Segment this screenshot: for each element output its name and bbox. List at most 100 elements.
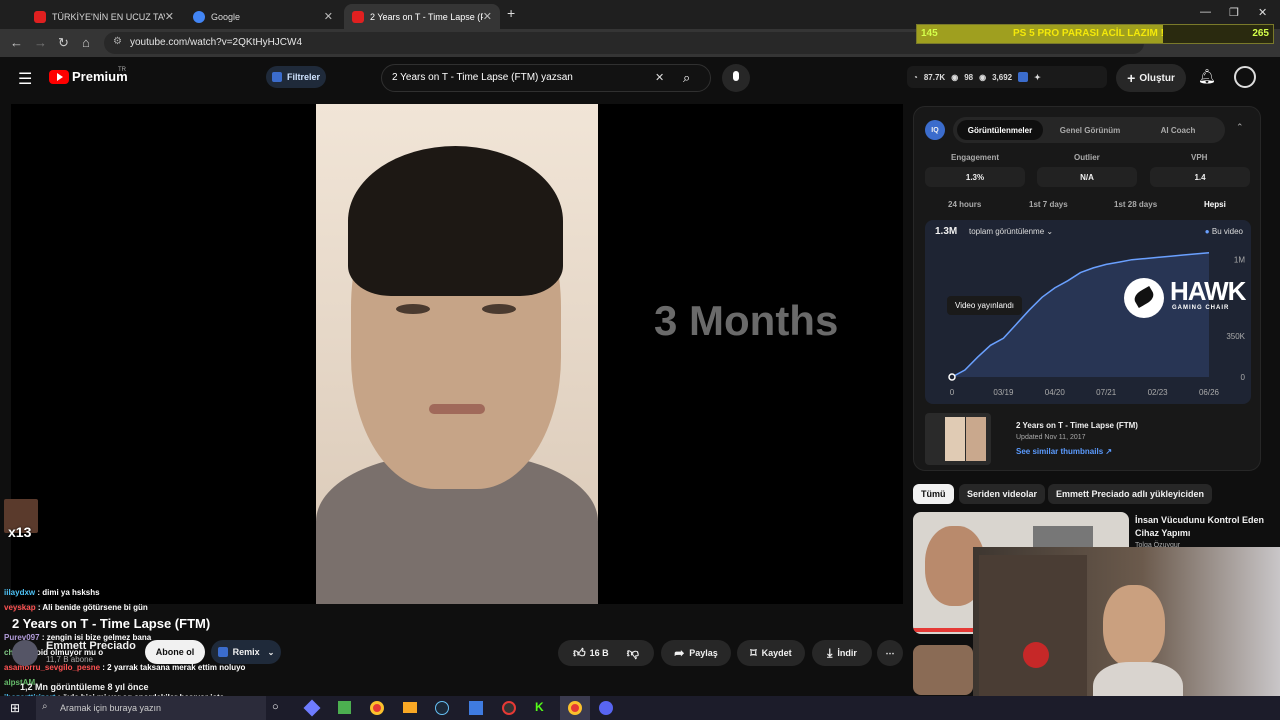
range-24h[interactable]: 24 hours [948,200,981,209]
search-icon[interactable]: ⌕ [683,70,690,86]
subscriber-count: 11,7 B abone [46,655,94,664]
x-tick-label: 06/26 [1199,388,1220,397]
menu-icon[interactable]: ☰ [18,69,32,89]
share-icon: ➦ [674,646,685,660]
close-tab-icon[interactable]: ✕ [165,10,174,23]
close-window-icon[interactable]: ✕ [1258,6,1267,19]
remix-button[interactable]: Remix ⌄ [211,640,281,664]
share-button[interactable]: ➦ Paylaş [661,640,731,666]
x-tick-label: 03/19 [993,388,1014,397]
discord-icon[interactable] [599,701,613,715]
chip-all[interactable]: Tümü [913,484,954,504]
donation-goal-bar: 145 PS 5 PRO PARASI ACİL LAZIM ! 265 [916,24,1274,44]
browser-tab-2[interactable]: Google ✕ [185,4,341,29]
thumbnail-date: Updated Nov 11, 2017 [1016,434,1086,441]
steam-icon[interactable] [435,701,449,715]
range-28d[interactable]: 1st 28 days [1114,200,1157,209]
sparkle-icon[interactable]: ✦ [1034,73,1041,82]
chrome-icon[interactable] [370,701,384,715]
site-info-icon[interactable]: ⚙ [113,36,122,47]
folder-icon[interactable] [403,702,417,713]
goal-left-count: 145 [921,28,938,39]
forward-icon[interactable]: → [34,35,47,50]
task-view-icon[interactable]: ○ [272,701,279,713]
video-title: 2 Years on T - Time Lapse (FTM) [12,616,211,631]
search-input[interactable]: 2 Years on T - Time Lapse (FTM) yazsan ✕ [381,64,711,92]
stat-views-icon: ◔ [913,72,918,82]
dislike-icon[interactable]: 👎︎ [627,646,639,661]
notifications-icon[interactable]: 🔔︎ [1198,68,1216,85]
youtube-logo-icon[interactable] [49,70,69,84]
chat-text: : 2 yarrak taksana merak ettim noluyo [100,663,246,672]
save-button[interactable]: ⌑ Kaydet [737,640,805,666]
browser-tab-3[interactable]: 2 Years on T - Time Lapse (FTM ✕ [344,4,500,29]
google-icon [193,10,205,23]
similar-thumbnails-link[interactable]: See similar thumbnails ↗ [1016,447,1112,456]
channel-avatar[interactable] [12,640,38,666]
download-button[interactable]: ⤓ İndir [812,640,872,666]
search-icon: ⌕ [42,701,48,712]
vidiq-icon[interactable] [1018,72,1029,82]
red-figure-image [1023,642,1049,668]
app-icon-1[interactable] [303,699,321,717]
x-tick-label: 04/20 [1045,388,1066,397]
subscribe-button[interactable]: Abone ol [145,640,205,664]
browser-tab-1[interactable]: TÜRKİYE'NİN EN UCUZ TAVUK ✕ [26,4,182,29]
range-all[interactable]: Hepsi [1204,200,1226,209]
more-actions-icon[interactable]: ⋯ [877,640,903,666]
close-tab-icon[interactable]: ✕ [324,10,333,23]
stat-eye-icon: ◉ [951,72,959,82]
recommended-title[interactable]: İnsan Vücudunu Kontrol Eden Cihaz Yapımı [1135,514,1265,540]
filters-label: Filtreler [286,72,320,82]
new-tab-button[interactable]: + [507,5,515,21]
vidiq-icon [271,72,282,82]
tab-overview[interactable]: Genel Görünüm [1047,120,1133,140]
kick-icon[interactable]: K [535,700,544,714]
video-player[interactable]: 3 Months [11,104,903,604]
create-button[interactable]: + Oluştur [1116,64,1186,92]
clear-search-icon[interactable]: ✕ [655,71,664,84]
close-tab-icon[interactable]: ✕ [483,10,492,23]
tab-label: 2 Years on T - Time Lapse (FTM [370,11,483,22]
chat-message: veyskap : Ali benide götürsene bi gün [4,603,148,612]
range-7d[interactable]: 1st 7 days [1029,200,1068,209]
windows-taskbar: ⊞ ⌕ Aramak için buraya yazın ○ K [0,696,1280,720]
like-dislike-group: 👍︎ 16 B 👎︎ [558,640,654,666]
chevron-down-icon: ⌄ [267,647,275,657]
chat-username: veyskap [4,603,36,612]
reload-icon[interactable]: ↻ [58,35,69,51]
x-tick-label: 02/23 [1148,388,1169,397]
windows-start-icon[interactable]: ⊞ [10,701,20,715]
tab-ai-coach[interactable]: AI Coach [1135,120,1221,140]
recommended-thumbnail-2[interactable] [913,645,973,695]
chat-text: : Ali benide götürsene bi gün [35,603,148,612]
region-code: TR [118,67,126,73]
chip-series[interactable]: Seriden videolar [959,484,1046,504]
download-label: İndir [837,648,857,658]
chip-uploader[interactable]: Emmett Preciado adlı yükleyiciden [1048,484,1213,504]
overlay-caption: 3 Months [654,297,839,344]
collapse-icon[interactable]: ⌃ [1236,122,1244,133]
restore-icon[interactable]: ❐ [1229,6,1239,19]
app-icon-3[interactable] [469,701,483,715]
like-count[interactable]: 16 B [590,648,609,658]
metric-outlier-label: Outlier [1074,153,1100,162]
app-icon-4[interactable] [502,701,516,715]
stat-eye: 98 [964,72,974,82]
app-icon-2[interactable] [338,701,351,714]
chart-tooltip: Video yayınlandı [947,296,1023,315]
like-icon[interactable]: 👍︎ [573,646,586,661]
channel-name[interactable]: Emmett Preciado [46,640,136,652]
plus-icon: + [1127,70,1136,86]
back-icon[interactable]: ← [10,35,23,50]
tab-views[interactable]: Görüntülenmeler [957,120,1043,140]
filters-button[interactable]: Filtreler [266,66,326,88]
minimize-icon[interactable]: — [1200,6,1211,18]
voice-search-icon[interactable] [722,64,750,92]
youtube-icon [34,10,46,23]
thumbnail-card-image[interactable] [925,413,991,465]
chrome-active-task[interactable] [560,696,590,720]
avatar[interactable] [1234,66,1256,88]
home-icon[interactable]: ⌂ [82,35,90,50]
taskbar-search[interactable]: ⌕ Aramak için buraya yazın [36,696,266,720]
